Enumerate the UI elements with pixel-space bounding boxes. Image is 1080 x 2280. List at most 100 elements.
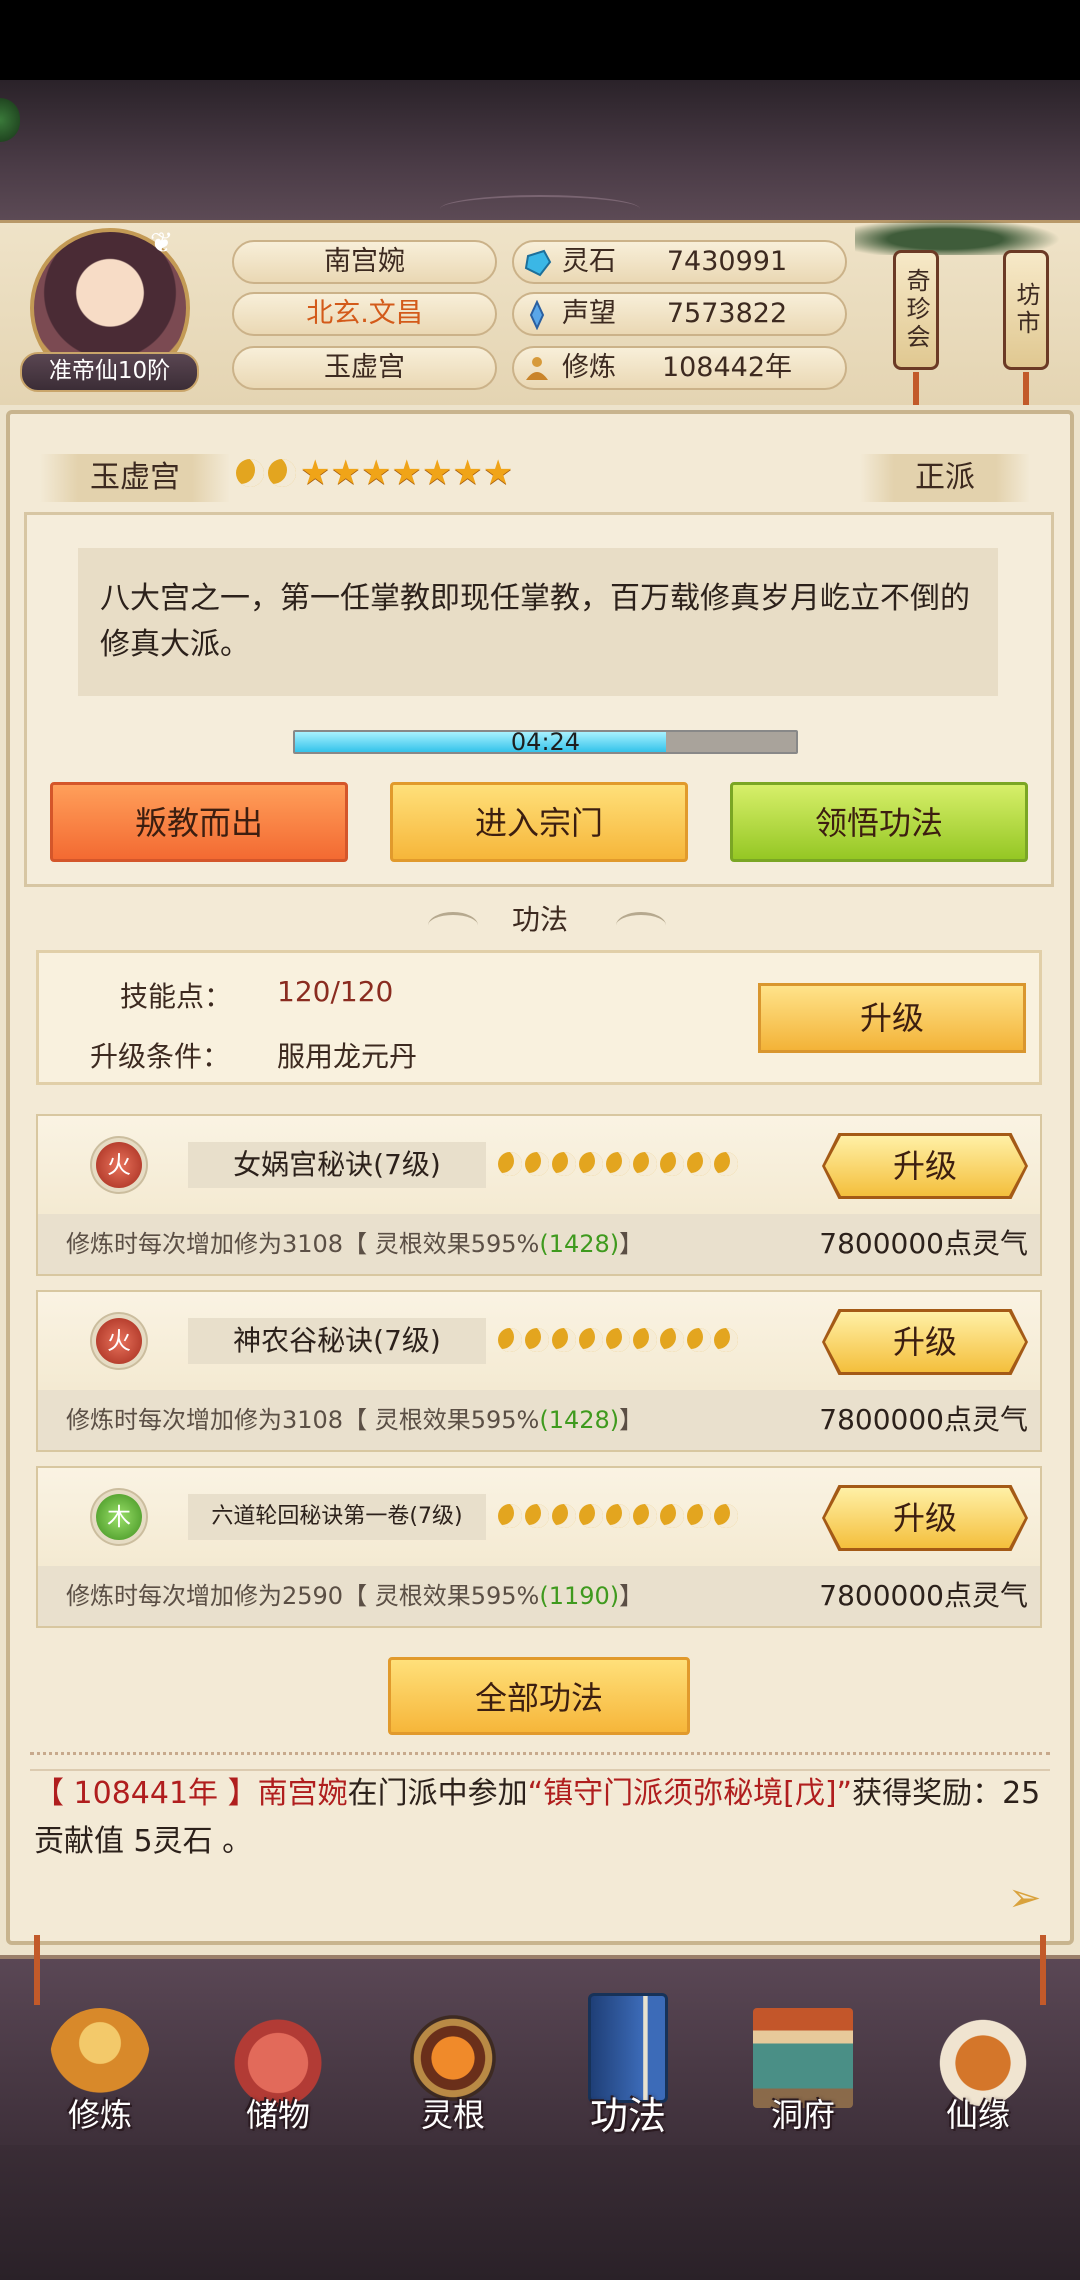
prestige-icon [529,299,545,330]
moon-icon [525,1328,549,1352]
sect-rating: ★★★★★★★ [236,456,596,500]
player-title: 北玄.文昌 [232,292,497,336]
skill-desc-bonus: (1428) [539,1230,620,1258]
betray-sect-button[interactable]: 叛教而出 [50,782,348,862]
moon-icon [633,1504,657,1528]
nav-skills[interactable]: 功法 [553,1975,703,2155]
moon-icon [525,1152,549,1176]
status-bar [0,0,1080,80]
enter-sect-button[interactable]: 进入宗门 [390,782,688,862]
moon-icon [498,1328,522,1352]
skill-desc-text: 修炼时每次增加修为2590【 灵根效果595% [66,1582,540,1610]
skill-points-label: 技能点： [120,980,233,1013]
skill-desc-text: 修炼时每次增加修为3108【 灵根效果595% [66,1230,540,1258]
nav-label: 储物 [245,2096,310,2134]
skill-desc-bonus: (1190) [539,1582,620,1610]
moon-icon [687,1152,711,1176]
nav-immortal-fate[interactable]: 仙缘 [903,1990,1053,2170]
stat-prestige: 声望 7573822 [512,292,847,336]
player-sect: 玉虚宫 [232,346,497,390]
moon-icon [525,1504,549,1528]
nav-label: 修炼 [67,2096,132,2134]
fire-element-icon: 火 [96,1318,142,1364]
sect-description: 八大宫之一，第一任掌教即现任掌教，百万载修真岁月屹立不倒的修真大派。 [78,548,998,696]
moon-icon [579,1504,603,1528]
stat-label: 修炼 [562,352,616,383]
log-text: 在门派中参加 [347,1776,528,1811]
timer-text: 04:24 [510,728,581,756]
star-icon: ★ [391,453,422,493]
market-button[interactable]: 坊市 [1003,250,1049,370]
moon-icon [606,1328,630,1352]
skill-cost: 7800000点灵气 [819,1403,1028,1436]
nav-cultivate[interactable]: 修炼 [25,1990,175,2170]
sect-alignment-tag: 正派 [860,454,1030,502]
moon-icon [498,1504,522,1528]
meditation-icon [526,356,548,380]
nav-label: 洞府 [770,2096,835,2134]
moon-icon [660,1504,684,1528]
treasure-hall-button[interactable]: 奇珍会 [893,250,939,370]
moon-icon [606,1504,630,1528]
skill-desc-bonus: (1428) [539,1406,620,1434]
nav-label: 灵根 [420,2096,485,2134]
upgrade-skill-button[interactable]: 升级 [825,1488,1025,1548]
moon-icon [579,1152,603,1176]
nav-cave-dwelling[interactable]: 洞府 [728,1990,878,2170]
star-icon: ★ [452,453,483,493]
skill-card: 火 神农谷秘诀(7级) 升级 修炼时每次增加修为3108【 灵根效果595%(1… [36,1290,1042,1452]
moon-icon [687,1504,711,1528]
moon-icon [660,1152,684,1176]
skill-rating [498,1152,778,1176]
skill-cost: 7800000点灵气 [819,1227,1028,1260]
moon-icon [714,1504,738,1528]
moon-icon [498,1152,522,1176]
comprehend-skill-button[interactable]: 领悟功法 [730,782,1028,862]
skill-cost: 7800000点灵气 [819,1579,1028,1612]
star-icon: ★ [421,453,453,493]
moon-icon [633,1152,657,1176]
moon-icon [714,1328,738,1352]
moon-icon [552,1152,576,1176]
moon-icon [552,1328,576,1352]
skill-description: 修炼时每次增加修为3108【 灵根效果595%(1428)】 [66,1214,706,1274]
stat-value: 7430991 [666,246,788,277]
upgrade-skill-button[interactable]: 升级 [825,1136,1025,1196]
top-ornament [440,195,640,223]
moon-icon [633,1328,657,1352]
stat-cultivation: 修炼 108442年 [512,346,847,390]
log-player-name: 南宫婉 [257,1776,348,1811]
skill-description: 修炼时每次增加修为3108【 灵根效果595%(1428)】 [66,1390,706,1450]
all-skills-button[interactable]: 全部功法 [388,1657,690,1735]
star-icon: ★ [300,453,331,493]
upgrade-condition-label: 升级条件： [90,1040,231,1073]
stat-spirit-stone: 灵石 7430991 [512,240,847,284]
wood-element-icon: 木 [96,1494,142,1540]
top-decoration [0,80,1080,220]
stat-value: 108442年 [661,352,793,383]
moon-icon [687,1328,711,1352]
star-icon: ★ [360,453,392,493]
skill-description: 修炼时每次增加修为2590【 灵根效果595%(1190)】 [66,1566,706,1626]
nav-spirit-root[interactable]: 灵根 [378,1990,528,2170]
log-event: “镇守门派须弥秘境[戊]” [527,1776,853,1811]
star-icon: ★ [482,453,514,493]
skill-rating [498,1328,778,1352]
stat-value: 7573822 [666,298,788,329]
spirit-stone-icon [524,249,552,276]
upgrade-skill-points-button[interactable]: 升级 [758,983,1026,1053]
moon-icon [660,1328,684,1352]
skill-points-value: 120/120 [277,975,394,1008]
fire-element-icon: 火 [96,1142,142,1188]
bottom-decoration [0,2145,1080,2280]
skill-desc-text: 修炼时每次增加修为3108【 灵根效果595% [66,1406,540,1434]
ornamental-divider [30,1752,1050,1771]
skill-name: 六道轮回秘诀第一卷(7级) [188,1494,486,1540]
swirl-ornament [616,912,666,939]
stat-label: 声望 [562,298,616,329]
nav-label: 仙缘 [945,2096,1010,2134]
upgrade-skill-button[interactable]: 升级 [825,1312,1025,1372]
butterfly-icon: ❦ [150,226,174,259]
next-arrow-icon[interactable]: ➢ [1008,1878,1048,1918]
nav-storage[interactable]: 储物 [203,1990,353,2170]
